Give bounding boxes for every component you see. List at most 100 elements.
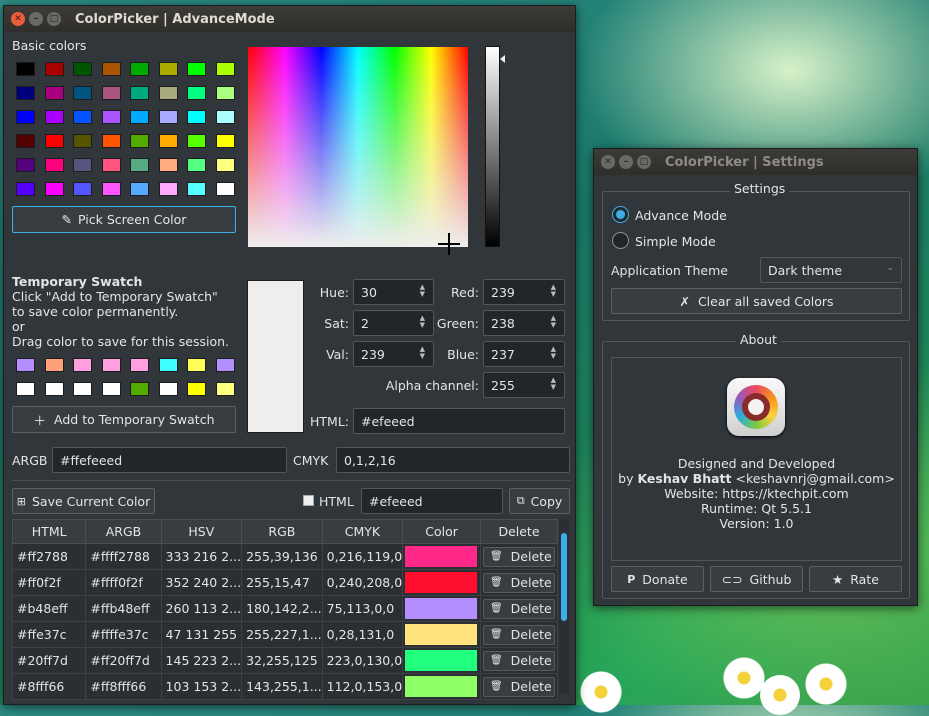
basic-color-swatch[interactable]: [158, 158, 178, 172]
table-row[interactable]: #b48eff #ffb48eff 260 113 2... 180,142,2...…: [11, 595, 559, 622]
basic-color-swatch[interactable]: [130, 62, 149, 76]
sat-spinbox[interactable]: 2 ▲ ▼: [353, 310, 434, 336]
basic-color-swatch[interactable]: [44, 62, 64, 76]
basic-color-swatch[interactable]: [101, 62, 121, 76]
github-button[interactable]: ⊂⊃ Github: [710, 566, 803, 592]
basic-color-swatch[interactable]: [101, 86, 121, 100]
spin-arrows-icon[interactable]: ▲ ▼: [551, 346, 556, 360]
scrollbar-handle[interactable]: [561, 533, 567, 621]
hue-spinbox[interactable]: 30 ▲ ▼: [353, 279, 434, 305]
basic-color-swatch[interactable]: [215, 158, 235, 172]
simple-mode-radio[interactable]: [612, 232, 629, 249]
cmyk-input[interactable]: 0,1,2,16: [336, 447, 570, 473]
basic-color-swatch[interactable]: [44, 110, 64, 124]
basic-color-swatch[interactable]: [158, 86, 178, 100]
slider-pointer-icon[interactable]: [500, 55, 505, 63]
temporary-swatch[interactable]: [215, 382, 235, 396]
basic-color-swatch[interactable]: [130, 134, 149, 148]
basic-color-swatch[interactable]: [130, 110, 149, 124]
temporary-swatch[interactable]: [215, 358, 235, 372]
basic-color-swatch[interactable]: [101, 158, 121, 172]
red-spinbox[interactable]: 239 ▲ ▼: [483, 279, 565, 305]
basic-color-swatch[interactable]: [16, 182, 35, 196]
clear-saved-colors-button[interactable]: ✗ Clear all saved Colors: [611, 288, 902, 314]
basic-color-swatch[interactable]: [73, 182, 92, 196]
column-header[interactable]: ARGB: [85, 519, 162, 544]
close-icon[interactable]: ✕: [601, 155, 615, 169]
delete-button[interactable]: 🗑 Delete: [482, 676, 555, 697]
advance-mode-label[interactable]: Advance Mode: [635, 208, 727, 223]
delete-button[interactable]: 🗑 Delete: [482, 572, 555, 593]
basic-color-swatch[interactable]: [187, 134, 206, 148]
basic-color-swatch[interactable]: [101, 182, 121, 196]
simple-mode-label[interactable]: Simple Mode: [635, 234, 716, 249]
spin-arrows-icon[interactable]: ▲ ▼: [551, 284, 556, 298]
minimize-icon[interactable]: –: [619, 155, 633, 169]
column-header[interactable]: HSV: [160, 519, 243, 544]
alpha-spinbox[interactable]: 255 ▲ ▼: [483, 372, 565, 398]
rate-button[interactable]: ★ Rate: [809, 566, 902, 592]
temporary-swatch[interactable]: [16, 382, 35, 396]
basic-color-swatch[interactable]: [16, 86, 35, 100]
column-header[interactable]: Delete: [479, 519, 559, 544]
basic-color-swatch[interactable]: [130, 182, 149, 196]
table-row[interactable]: #20ff7d #ff20ff7d 145 223 2... 32,255,125 22…: [11, 647, 559, 674]
table-row[interactable]: #ffe37c #ffffe37c 47 131 255 255,227,1... 0,…: [11, 621, 559, 648]
basic-color-swatch[interactable]: [187, 182, 206, 196]
save-current-color-button[interactable]: ⊞ Save Current Color: [12, 488, 155, 514]
basic-color-swatch[interactable]: [187, 86, 206, 100]
basic-color-swatch[interactable]: [187, 62, 206, 76]
temporary-swatch[interactable]: [158, 382, 178, 396]
basic-color-swatch[interactable]: [44, 86, 64, 100]
delete-button[interactable]: 🗑 Delete: [482, 624, 555, 645]
temporary-swatch[interactable]: [16, 358, 35, 372]
table-scrollbar[interactable]: [559, 519, 569, 694]
delete-button[interactable]: 🗑 Delete: [482, 598, 555, 619]
html-input[interactable]: #efeeed: [353, 408, 565, 434]
basic-color-swatch[interactable]: [158, 182, 178, 196]
basic-color-swatch[interactable]: [187, 158, 206, 172]
basic-color-swatch[interactable]: [73, 110, 92, 124]
temporary-swatch[interactable]: [187, 382, 206, 396]
temporary-swatch[interactable]: [73, 382, 92, 396]
advance-mode-radio[interactable]: [612, 206, 629, 223]
basic-color-swatch[interactable]: [44, 134, 64, 148]
basic-color-swatch[interactable]: [215, 110, 235, 124]
html-checkbox[interactable]: [303, 495, 314, 506]
temporary-swatch[interactable]: [44, 382, 64, 396]
pick-screen-color-button[interactable]: ✎ Pick Screen Color: [12, 206, 236, 233]
basic-color-swatch[interactable]: [158, 134, 178, 148]
minimize-icon[interactable]: –: [29, 12, 43, 26]
green-spinbox[interactable]: 238 ▲ ▼: [483, 310, 565, 336]
basic-color-swatch[interactable]: [101, 134, 121, 148]
basic-color-swatch[interactable]: [130, 158, 149, 172]
temporary-swatch[interactable]: [101, 382, 121, 396]
table-row[interactable]: #8fff66 #ff8fff66 103 153 2... 143,255,1...…: [11, 673, 559, 700]
html-save-input[interactable]: #efeeed: [361, 488, 503, 514]
column-header[interactable]: CMYK: [321, 519, 404, 544]
basic-color-swatch[interactable]: [215, 62, 235, 76]
basic-color-swatch[interactable]: [215, 134, 235, 148]
table-row[interactable]: #ff2788 #ffff2788 333 216 2... 255,39,136 0,…: [11, 543, 559, 570]
basic-color-swatch[interactable]: [16, 134, 35, 148]
table-row[interactable]: #ff0f2f #ffff0f2f 352 240 2... 255,15,47 0,2…: [11, 569, 559, 596]
basic-color-swatch[interactable]: [73, 86, 92, 100]
basic-color-swatch[interactable]: [158, 110, 178, 124]
author-email[interactable]: <keshavnrj@gmail.com>: [735, 471, 894, 486]
delete-button[interactable]: 🗑 Delete: [482, 650, 555, 671]
add-temporary-swatch-button[interactable]: ＋ Add to Temporary Swatch: [12, 406, 236, 433]
close-icon[interactable]: ✕: [11, 12, 25, 26]
temporary-swatch[interactable]: [187, 358, 206, 372]
temporary-swatch[interactable]: [73, 358, 92, 372]
basic-color-swatch[interactable]: [16, 62, 35, 76]
temporary-swatch[interactable]: [101, 358, 121, 372]
temporary-swatch[interactable]: [130, 382, 149, 396]
basic-color-swatch[interactable]: [187, 110, 206, 124]
delete-button[interactable]: 🗑 Delete: [482, 546, 555, 567]
value-slider[interactable]: [485, 46, 500, 247]
basic-color-swatch[interactable]: [101, 110, 121, 124]
basic-color-swatch[interactable]: [44, 158, 64, 172]
color-spectrum[interactable]: [248, 47, 468, 255]
basic-color-swatch[interactable]: [73, 158, 92, 172]
maximize-icon[interactable]: □: [637, 155, 651, 169]
